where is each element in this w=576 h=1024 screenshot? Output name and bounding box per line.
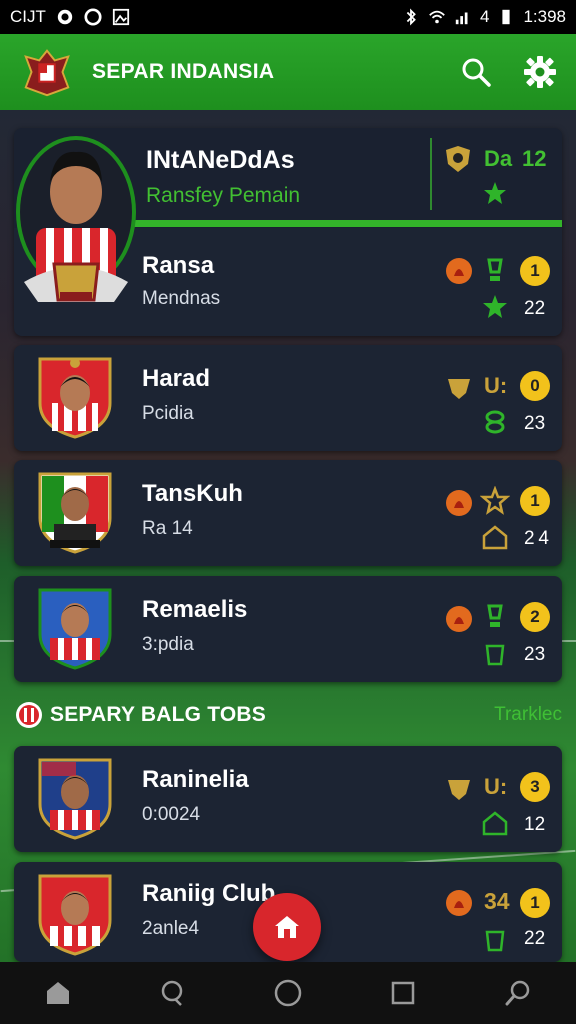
fire-icon <box>446 258 472 284</box>
player-name: Raninelia <box>142 766 249 793</box>
trophy-icon <box>487 604 503 627</box>
player-sub: Mendnas <box>142 288 221 309</box>
star-outline-icon <box>480 486 510 515</box>
player-name: Ransa <box>142 252 215 279</box>
wifi-icon <box>429 10 445 24</box>
search-icon <box>462 58 491 87</box>
coin-badge: 1 <box>520 486 550 516</box>
club-crest-icon <box>38 472 112 554</box>
club-ball-icon <box>16 702 42 728</box>
player-sub: Ra 14 <box>142 518 193 539</box>
settings-button[interactable] <box>522 54 558 90</box>
featured-avatar[interactable] <box>14 132 138 310</box>
featured-separator <box>430 138 432 210</box>
battery-icon <box>502 9 511 25</box>
stat-count: 12 <box>524 814 546 835</box>
fire-icon <box>446 490 472 516</box>
stat-mid: 34 <box>484 888 510 914</box>
circle-icon <box>274 979 302 1007</box>
chat-icon <box>161 980 183 1006</box>
stat-count: 22 <box>524 298 546 319</box>
star-icon <box>484 182 506 204</box>
house-icon <box>482 525 508 550</box>
player-card[interactable]: Remaelis 3:pdia 2 23 <box>14 576 562 682</box>
stat-count: 23 <box>524 644 546 665</box>
stat-mid: U: <box>484 373 508 398</box>
mask-icon <box>448 379 470 399</box>
stat-count: 23 <box>524 413 546 434</box>
home-icon <box>46 982 69 1004</box>
system-nav-bar <box>0 962 576 1024</box>
player-sub: Pcidia <box>142 403 194 424</box>
shield-badge-icon <box>446 146 470 172</box>
nav-square-button[interactable] <box>383 973 423 1013</box>
home-fab-button[interactable] <box>253 893 321 961</box>
featured-subtitle: Ransfey Pemain <box>146 184 301 207</box>
nav-home-button[interactable] <box>38 973 78 1013</box>
square-icon <box>391 981 415 1005</box>
house-icon <box>482 811 508 836</box>
circle-icon <box>84 8 102 26</box>
app-bar: SEPAR INDANSIA <box>0 34 576 110</box>
club-crest-icon <box>38 357 112 439</box>
stat-count: 2 4 <box>524 528 549 549</box>
player-name: TansKuh <box>142 480 243 507</box>
nav-chat-button[interactable] <box>153 973 193 1013</box>
player-sub: 2anle4 <box>142 918 200 939</box>
coin-badge: 3 <box>520 772 550 802</box>
nav-circle-button[interactable] <box>268 973 308 1013</box>
gear-icon <box>524 56 556 88</box>
search-button[interactable] <box>458 54 494 90</box>
featured-badge-value: 12 <box>522 146 547 171</box>
club-crest-icon <box>38 874 112 956</box>
home-icon <box>275 916 299 938</box>
coin-badge: 1 <box>520 256 550 286</box>
player-name: Raniig Club <box>142 880 276 907</box>
player-name: Harad <box>142 365 211 392</box>
trophy-icon <box>487 258 503 281</box>
player-sub: 0:0024 <box>142 804 201 825</box>
stat-mid: U: <box>484 774 508 799</box>
bluetooth-icon <box>406 8 416 26</box>
link-icon <box>485 410 505 434</box>
image-icon <box>112 8 129 26</box>
player-name: Remaelis <box>142 596 248 623</box>
signal-icon <box>455 12 468 25</box>
shield-icon <box>57 9 73 25</box>
fire-icon <box>446 890 472 916</box>
cup-icon <box>485 644 505 666</box>
club-crest-icon <box>38 758 112 840</box>
section-header: SEPARY BALG TOBS Trarklec <box>14 690 562 740</box>
featured-name: INtANeDdAs <box>146 146 295 174</box>
player-sub: 3:pdia <box>142 634 194 655</box>
coin-badge: 2 <box>520 602 550 632</box>
player-card[interactable]: Raninelia 0:0024 U: 3 12 <box>14 746 562 852</box>
section-link[interactable]: Trarklec <box>494 704 562 726</box>
fire-icon <box>446 606 472 632</box>
player-card[interactable]: Harad Pcidia U: 0 23 <box>14 345 562 451</box>
nav-search-button[interactable] <box>498 973 538 1013</box>
player-card[interactable]: TansKuh Ra 14 1 2 4 <box>14 460 562 566</box>
coin-badge: 0 <box>520 371 550 401</box>
club-crest-icon <box>38 588 112 670</box>
featured-divider <box>130 220 562 227</box>
mask-icon <box>448 780 470 800</box>
stat-count: 22 <box>524 928 546 949</box>
coin-badge: 1 <box>520 888 550 918</box>
carrier-label: CIJT <box>10 7 46 26</box>
search-icon <box>505 980 530 1006</box>
cup-icon <box>485 930 505 952</box>
garuda-crest-icon <box>24 49 70 97</box>
signal-label: 4 <box>479 7 490 26</box>
featured-badge-label: Da <box>484 146 513 171</box>
section-title: SEPARY BALG TOBS <box>50 703 266 726</box>
status-bar: CIJT 4 1:398 <box>0 0 576 34</box>
star-icon <box>483 295 507 318</box>
app-title: SEPAR INDANSIA <box>92 60 275 83</box>
status-time: 1:398 <box>523 7 566 26</box>
